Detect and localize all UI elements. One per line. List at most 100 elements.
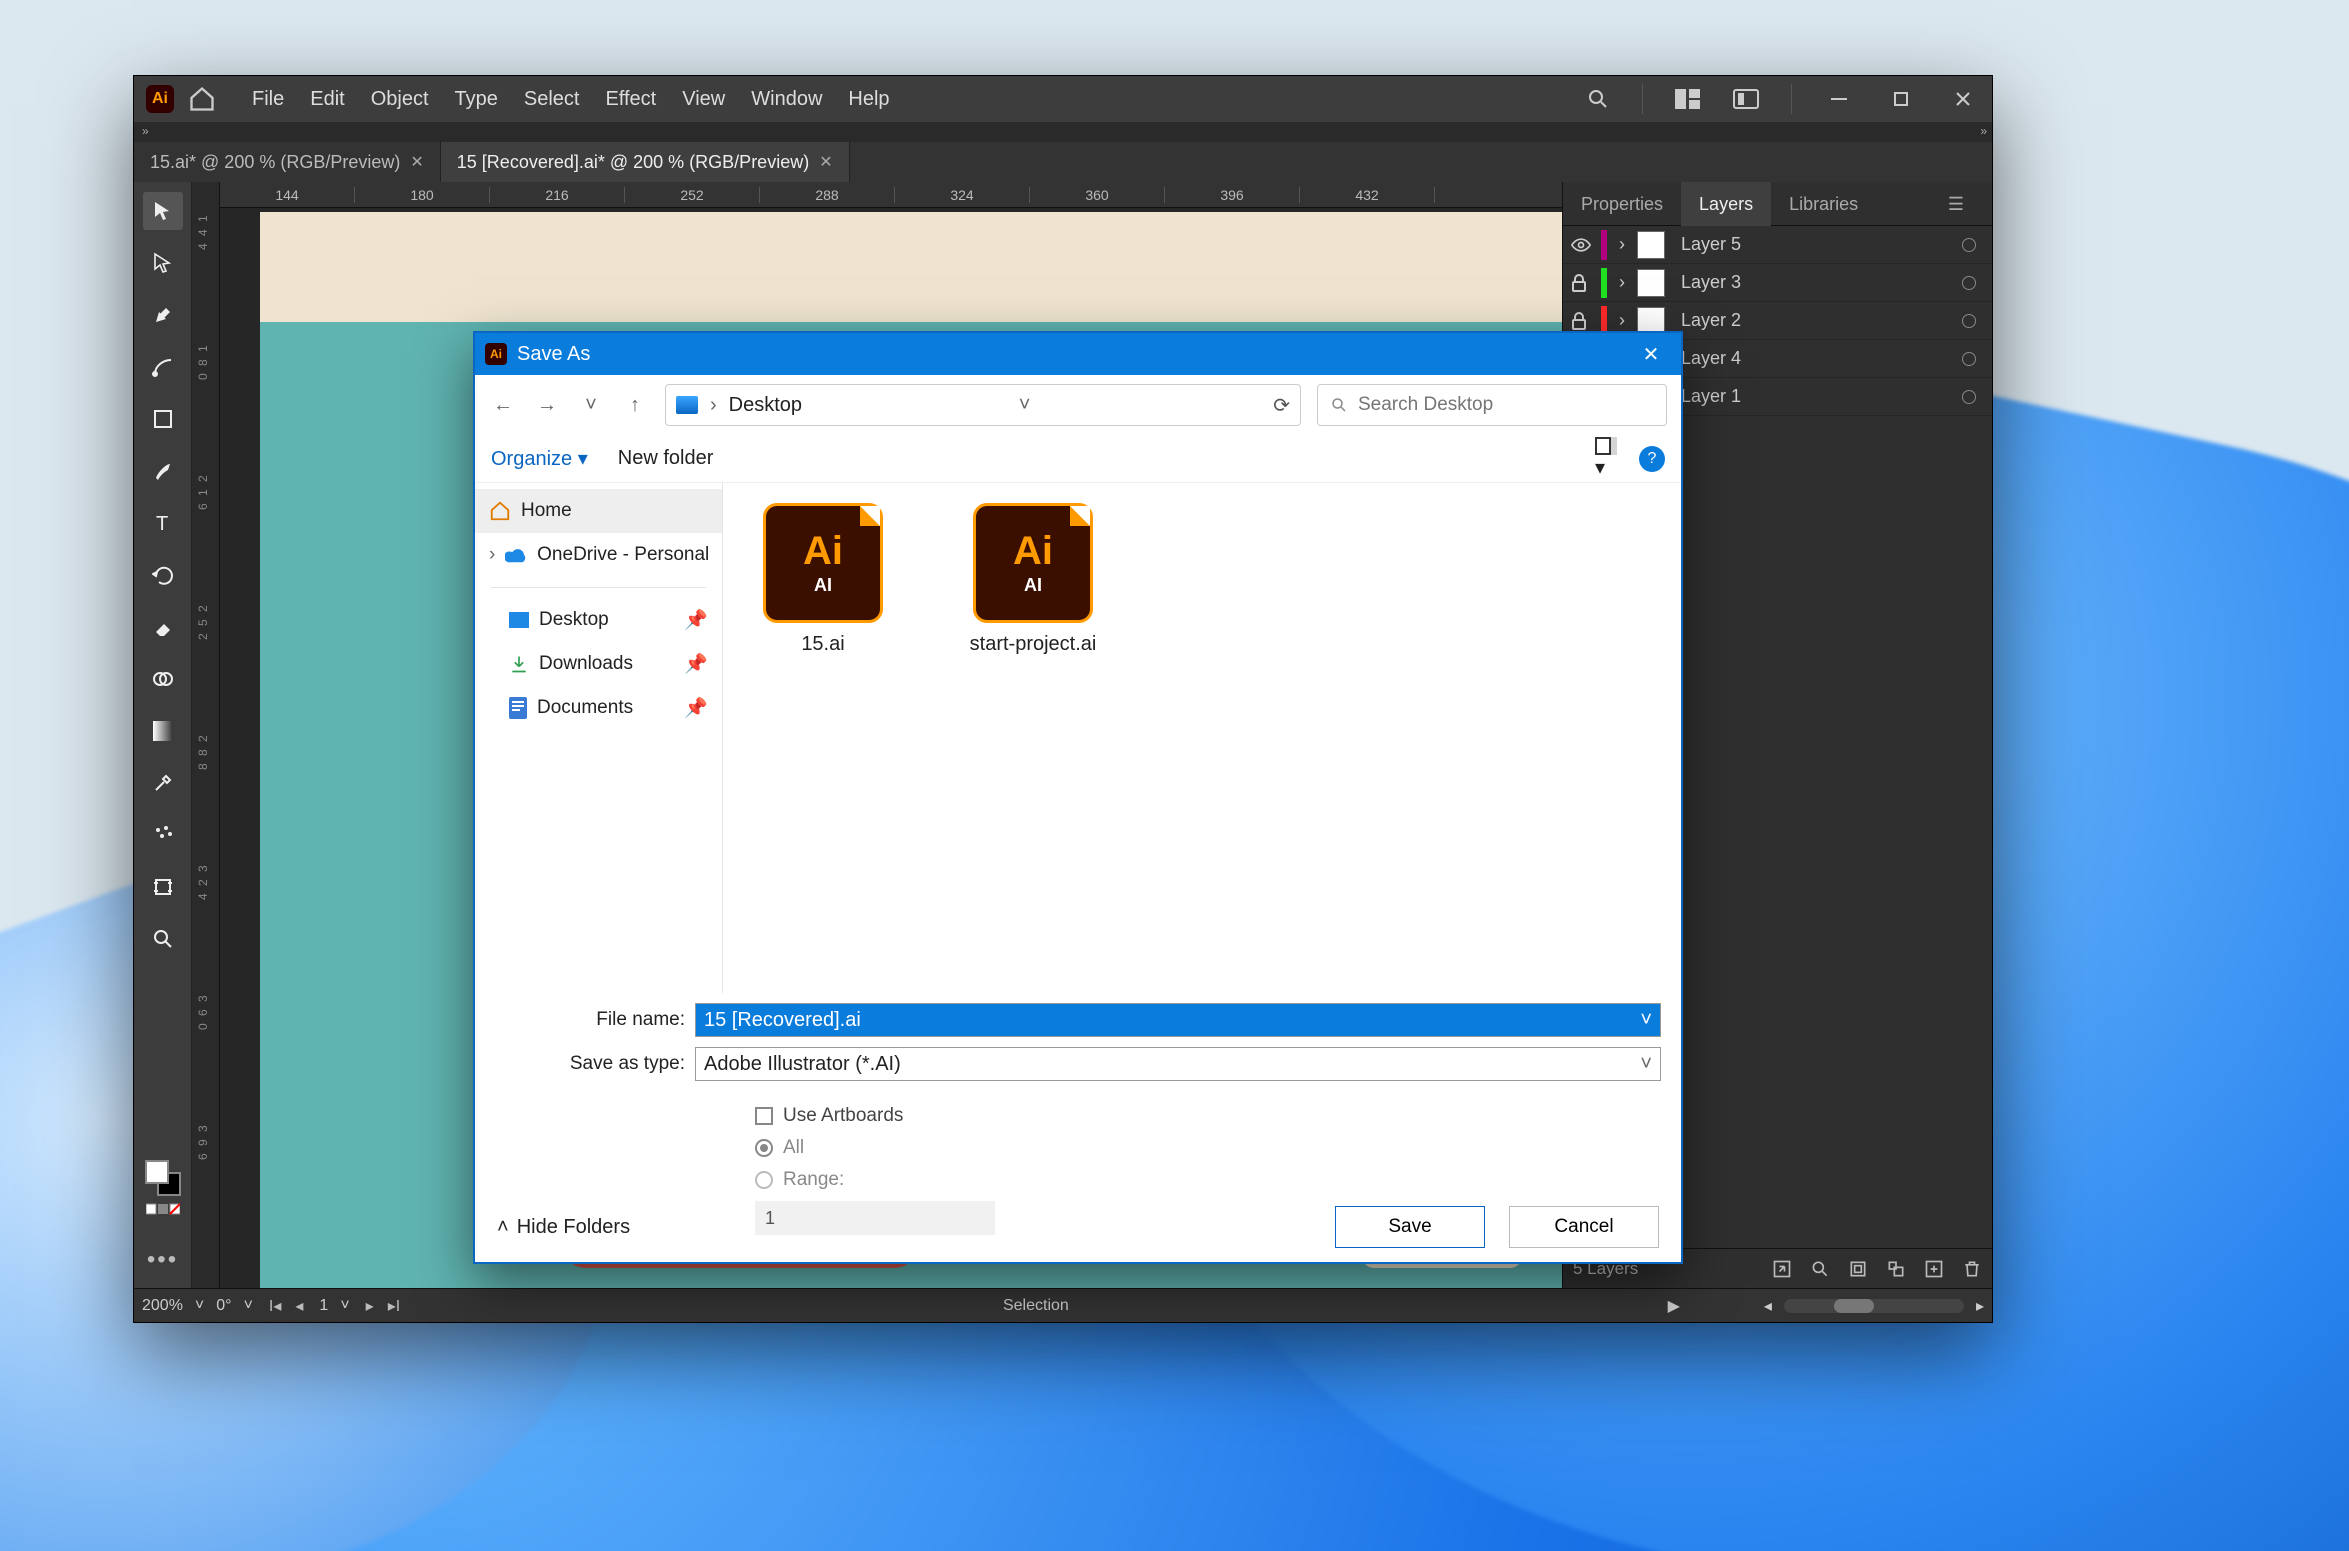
chevron-down-icon[interactable]: ˅ <box>577 391 605 419</box>
clip-icon[interactable] <box>1848 1259 1868 1279</box>
target-icon[interactable] <box>1962 238 1976 252</box>
gpu-icon[interactable] <box>1733 89 1759 109</box>
fill-stroke-swatch[interactable] <box>145 1160 181 1224</box>
new-layer-icon[interactable] <box>1924 1259 1944 1279</box>
target-icon[interactable] <box>1962 276 1976 290</box>
menu-view[interactable]: View <box>682 88 725 111</box>
close-tab-icon[interactable]: ✕ <box>410 152 423 172</box>
tab-properties[interactable]: Properties <box>1563 182 1681 226</box>
back-icon[interactable]: ← <box>489 391 517 419</box>
use-artboards-checkbox[interactable]: Use Artboards <box>755 1105 1661 1127</box>
new-folder-button[interactable]: New folder <box>618 447 714 470</box>
paintbrush-tool[interactable] <box>143 452 183 490</box>
chevron-right-icon[interactable]: › <box>1613 234 1631 255</box>
breadcrumb-location[interactable]: Desktop <box>729 394 802 417</box>
tab-layers[interactable]: Layers <box>1681 182 1771 226</box>
artboard-nav[interactable]: ▸▸I <box>362 1296 405 1316</box>
radio-range[interactable]: Range: <box>755 1169 1661 1191</box>
lock-icon[interactable] <box>1571 312 1595 330</box>
target-icon[interactable] <box>1962 352 1976 366</box>
view-mode-icon[interactable]: ▾ <box>1595 437 1617 480</box>
close-button[interactable] <box>1948 87 1978 111</box>
menu-effect[interactable]: Effect <box>605 88 656 111</box>
target-icon[interactable] <box>1962 390 1976 404</box>
layer-name[interactable]: Layer 5 <box>1671 234 1956 255</box>
sublayer-icon[interactable] <box>1886 1259 1906 1279</box>
forward-icon[interactable]: → <box>533 391 561 419</box>
rotation-value[interactable]: 0° <box>216 1297 231 1315</box>
scroll-left-icon[interactable]: ◂ <box>1764 1296 1772 1316</box>
chevron-right-icon[interactable]: › <box>1613 272 1631 293</box>
filename-field[interactable]: 15 [Recovered].ai˅ <box>695 1003 1661 1037</box>
locate-icon[interactable] <box>1810 1259 1830 1279</box>
pen-tool[interactable] <box>143 296 183 334</box>
layer-row[interactable]: › Layer 3 <box>1563 264 1992 302</box>
file-list[interactable]: AiAI 15.ai AiAI start-project.ai <box>723 483 1681 993</box>
scrollbar[interactable] <box>1784 1299 1964 1313</box>
scroll-right-icon[interactable]: ▸ <box>1976 1296 1984 1316</box>
zoom-tool[interactable] <box>143 920 183 958</box>
eyedropper-tool[interactable] <box>143 764 183 802</box>
menu-object[interactable]: Object <box>371 88 429 111</box>
type-tool[interactable]: T <box>143 504 183 542</box>
hide-folders-toggle[interactable]: ˄ Hide Folders <box>497 1216 630 1239</box>
menu-edit[interactable]: Edit <box>310 88 344 111</box>
tree-documents[interactable]: Documents📌 <box>475 686 722 730</box>
up-icon[interactable]: ↑ <box>621 391 649 419</box>
arrange-docs-icon[interactable] <box>1675 89 1701 109</box>
tree-downloads[interactable]: Downloads📌 <box>475 642 722 686</box>
layer-name[interactable]: Layer 1 <box>1671 386 1956 407</box>
menu-file[interactable]: File <box>252 88 284 111</box>
visibility-icon[interactable] <box>1571 238 1595 252</box>
lock-icon[interactable] <box>1571 274 1595 292</box>
maximize-button[interactable] <box>1886 87 1916 111</box>
search-icon[interactable] <box>1586 87 1610 111</box>
menu-window[interactable]: Window <box>751 88 822 111</box>
save-button[interactable]: Save <box>1335 1206 1485 1248</box>
search-box[interactable] <box>1317 384 1667 426</box>
rectangle-tool[interactable] <box>143 400 183 438</box>
shape-builder-tool[interactable] <box>143 660 183 698</box>
layer-name[interactable]: Layer 4 <box>1671 348 1956 369</box>
document-tab[interactable]: 15.ai* @ 200 % (RGB/Preview) ✕ <box>134 142 441 182</box>
layer-name[interactable]: Layer 2 <box>1671 310 1956 331</box>
zoom-value[interactable]: 200% <box>142 1297 183 1315</box>
search-input[interactable] <box>1358 394 1654 416</box>
rotate-tool[interactable] <box>143 556 183 594</box>
organize-menu[interactable]: Organize ▾ <box>491 446 588 471</box>
play-icon[interactable]: ▶ <box>1668 1296 1680 1316</box>
edit-toolbar-icon[interactable]: ••• <box>147 1246 178 1274</box>
control-bar-collapsed[interactable]: »» <box>134 122 1992 142</box>
symbol-sprayer-tool[interactable] <box>143 816 183 854</box>
artboard-nav[interactable]: I◂◂ <box>265 1296 308 1316</box>
document-tab[interactable]: 15 [Recovered].ai* @ 200 % (RGB/Preview)… <box>441 142 850 182</box>
home-icon[interactable] <box>188 85 216 113</box>
refresh-icon[interactable]: ⟳ <box>1273 393 1290 418</box>
eraser-tool[interactable] <box>143 608 183 646</box>
minimize-button[interactable] <box>1824 87 1854 111</box>
menu-select[interactable]: Select <box>524 88 580 111</box>
file-item[interactable]: AiAI 15.ai <box>753 503 893 656</box>
selection-tool[interactable] <box>143 192 183 230</box>
file-item[interactable]: AiAI start-project.ai <box>963 503 1103 656</box>
trash-icon[interactable] <box>1962 1259 1982 1279</box>
filetype-field[interactable]: Adobe Illustrator (*.AI)˅ <box>695 1047 1661 1081</box>
close-tab-icon[interactable]: ✕ <box>819 152 832 172</box>
tree-home[interactable]: Home <box>475 489 722 533</box>
cancel-button[interactable]: Cancel <box>1509 1206 1659 1248</box>
breadcrumb[interactable]: › Desktop ˅ ⟳ <box>665 384 1301 426</box>
artboard-index[interactable]: 1 <box>319 1297 328 1315</box>
layer-name[interactable]: Layer 3 <box>1671 272 1956 293</box>
menu-type[interactable]: Type <box>455 88 498 111</box>
chevron-down-icon[interactable]: ˅ <box>244 1297 253 1315</box>
curvature-tool[interactable] <box>143 348 183 386</box>
chevron-down-icon[interactable]: ˅ <box>195 1297 204 1315</box>
artboard-tool[interactable] <box>143 868 183 906</box>
layer-row[interactable]: › Layer 5 <box>1563 226 1992 264</box>
help-icon[interactable]: ? <box>1639 446 1665 472</box>
close-icon[interactable]: ✕ <box>1631 342 1671 367</box>
radio-all[interactable]: All <box>755 1137 1661 1159</box>
export-icon[interactable] <box>1772 1259 1792 1279</box>
tab-libraries[interactable]: Libraries <box>1771 182 1876 226</box>
menu-help[interactable]: Help <box>848 88 889 111</box>
